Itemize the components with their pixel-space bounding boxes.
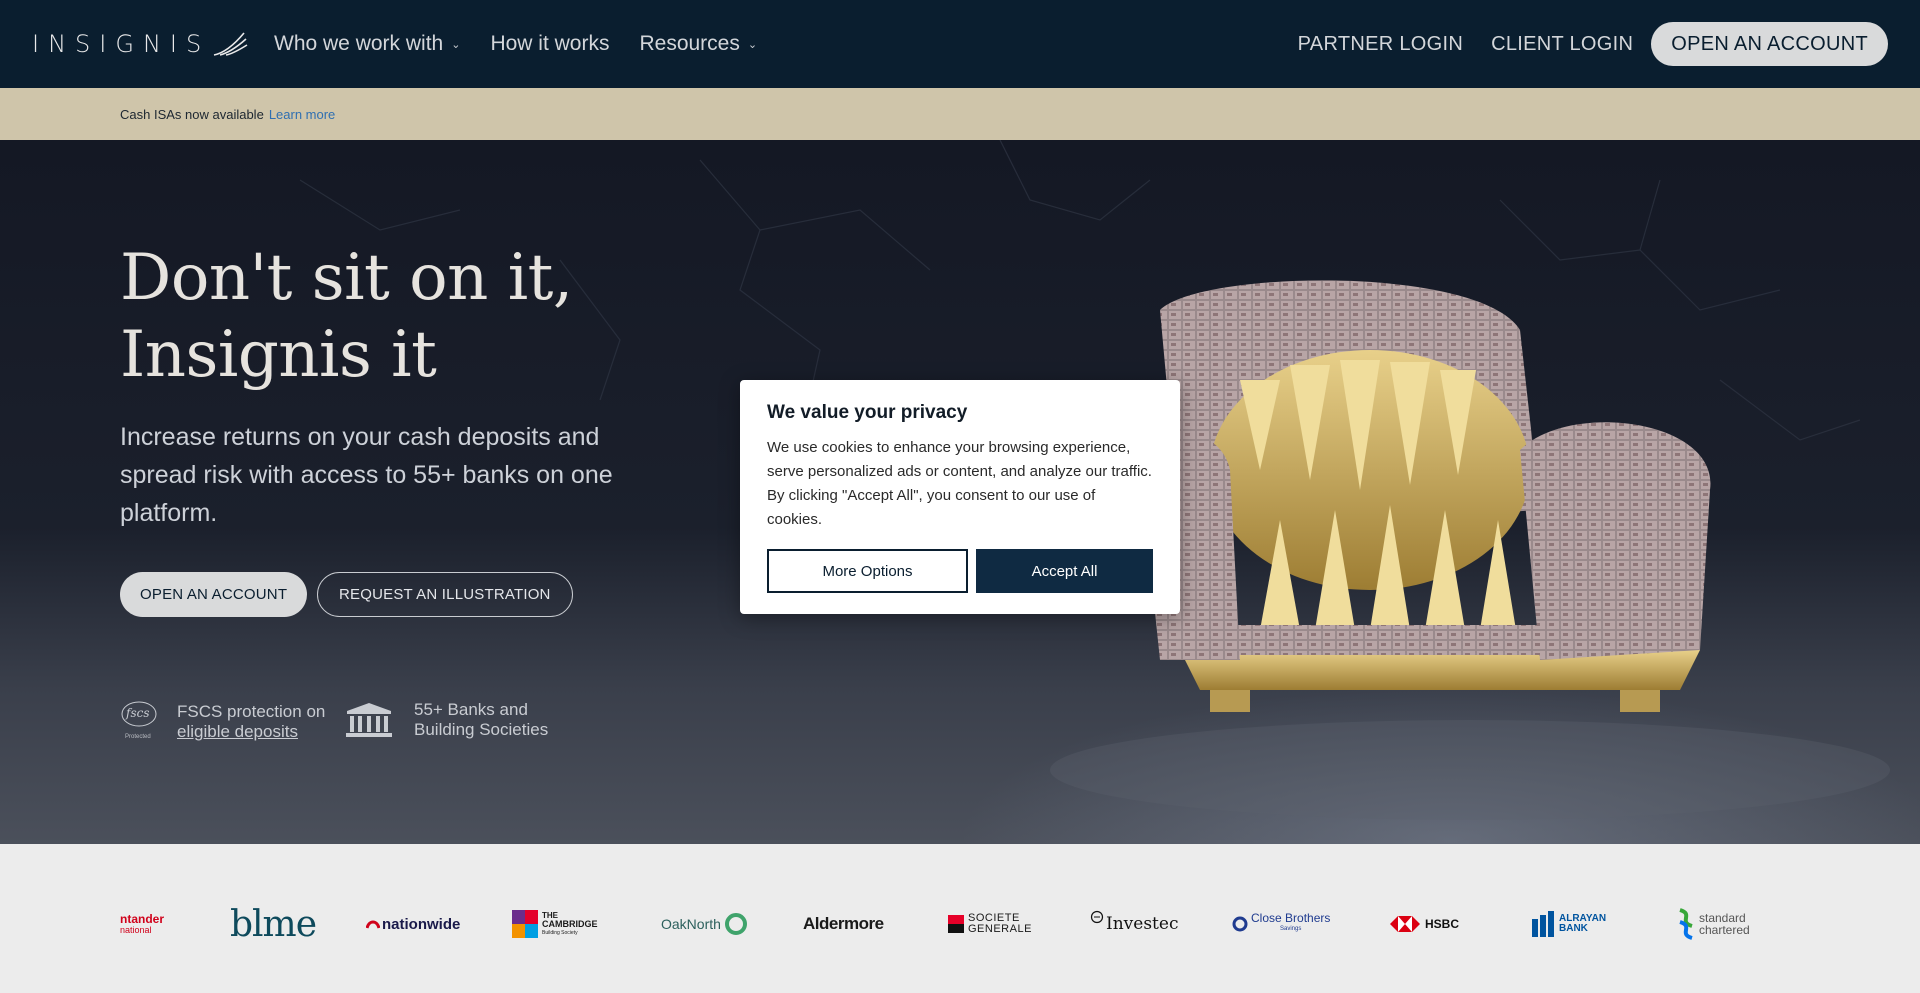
bank-standard-line2: chartered [1699,923,1750,937]
banks-feature-text: 55+ Banks and Building Societies [414,700,548,740]
hero-armchair-image [1140,280,1711,712]
bank-logo-oaknorth: OakNorth [661,904,748,944]
bank-santander-line2: national [120,925,152,935]
close-brothers-mark-icon [1232,916,1248,932]
fscs-icon-text: fscs [126,706,150,720]
nav-who-we-work-with[interactable]: Who we work with ⌄ [274,32,460,56]
hero-open-account-button[interactable]: OPEN AN ACCOUNT [120,572,308,617]
bank-logo-investec: Investec [1090,904,1178,944]
eligible-deposits-link[interactable]: eligible deposits [177,722,298,741]
bank-alrayan-line2: BANK [1559,923,1588,934]
banner-text: Cash ISAs now available [120,106,264,122]
bank-investec-label: Investec [1106,914,1179,934]
primary-nav: Who we work with ⌄ How it works Resource… [274,0,787,88]
nav-resources-label: Resources [639,32,740,55]
bank-cambridge-line3: Building Society [542,929,578,936]
bank-logo-societe-generale: SOCIETE GENERALE [948,904,1032,944]
bank-nationwide-label: nationwide [382,915,461,933]
bank-logo-cambridge: THE CAMBRIDGE Building Society [512,904,598,944]
societe-generale-mark-icon [948,915,964,933]
hero-headline-line1: Don't sit on it, [120,241,573,315]
bank-aldermore-label: Aldermore [803,914,884,933]
accept-all-button[interactable]: Accept All [976,549,1153,593]
bank-building-icon [346,703,392,737]
nav-resources[interactable]: Resources ⌄ [639,32,757,56]
bank-close-brothers-line2: Savings [1280,926,1302,932]
bank-santander-line1: ntander [120,912,165,926]
fscs-line1: FSCS protection on [177,702,326,721]
request-illustration-button[interactable]: REQUEST AN ILLUSTRATION [317,572,573,617]
nav-how-it-works-label: How it works [490,32,610,55]
nav-actions: PARTNER LOGIN CLIENT LOGIN OPEN AN ACCOU… [1270,0,1888,88]
fscs-protected-icon: fscs Protected [120,700,158,744]
oaknorth-mark-icon [724,913,747,935]
fscs-icon-subtext: Protected [125,734,151,740]
open-account-button[interactable]: OPEN AN ACCOUNT [1651,22,1888,66]
hero-headline: Don't sit on it, Insignis it [120,240,573,394]
bank-societe-line2: GENERALE [968,923,1032,935]
feature-fscs: fscs Protected FSCS protection on eligib… [120,700,325,744]
hero-headline-line2: Insignis it [120,318,437,392]
cambridge-mark-icon [512,910,538,938]
bank-blme-label: blme [230,903,317,945]
partner-login-link[interactable]: PARTNER LOGIN [1298,33,1463,56]
bank-close-brothers-line1: Close Brothers [1251,911,1331,925]
insignis-logo[interactable]: INSIGNIS [32,30,248,58]
bank-logo-alrayan: ALRAYAN BANK [1532,904,1606,944]
nationwide-mark-icon [366,920,380,929]
bank-logo-santander: ntander national [120,904,164,944]
logo-text: INSIGNIS [32,30,211,58]
nav-how-it-works[interactable]: How it works [490,32,609,56]
hero-subhead: Increase returns on your cash deposits a… [120,423,613,527]
feature-banks: 55+ Banks and Building Societies [344,700,548,740]
bank-logo-aldermore: Aldermore [803,904,884,944]
cookie-consent-dialog: We value your privacy We use cookies to … [740,380,1180,614]
banner-learn-more-link[interactable]: Learn more [269,107,335,122]
banks-line2: Building Societies [414,720,549,739]
hsbc-hexagon-icon [1390,916,1420,932]
standard-chartered-mark-icon [1679,908,1693,940]
bank-logo-standard-chartered: standard chartered [1676,904,1750,944]
more-options-button[interactable]: More Options [767,549,968,593]
bank-logo-nationwide: nationwide [366,904,460,944]
investec-zebra-icon [1090,910,1104,924]
bank-logo-hsbc: HSBC [1390,904,1459,944]
fscs-feature-text: FSCS protection on eligible deposits [177,702,325,742]
cookie-dialog-actions: More Options Accept All [767,549,1153,593]
announcement-banner: Cash ISAs now available Learn more [0,88,1920,140]
logo-wing-icon [214,32,248,56]
cookie-dialog-title: We value your privacy [767,402,968,423]
chevron-down-icon: ⌄ [451,38,461,51]
alrayan-mark-icon [1532,911,1554,937]
bank-oaknorth-label: OakNorth [661,916,721,932]
banks-line1: 55+ Banks and [414,700,528,719]
bank-logo-close-brothers: Close Brothers Savings [1232,904,1330,944]
top-navigation: INSIGNIS Who we work with ⌄ How it works… [0,0,1920,88]
chevron-down-icon: ⌄ [747,38,758,51]
nav-who-we-work-with-label: Who we work with [274,32,444,55]
client-login-link[interactable]: CLIENT LOGIN [1491,33,1633,56]
bank-hsbc-label: HSBC [1425,917,1460,931]
bank-cambridge-line2: CAMBRIDGE [542,918,598,929]
cookie-dialog-body: We use cookies to enhance your browsing … [767,439,1152,528]
bank-logo-blme: blme [230,903,317,945]
partner-banks-strip: ntander national blme nationwide THE CAM… [0,844,1920,993]
